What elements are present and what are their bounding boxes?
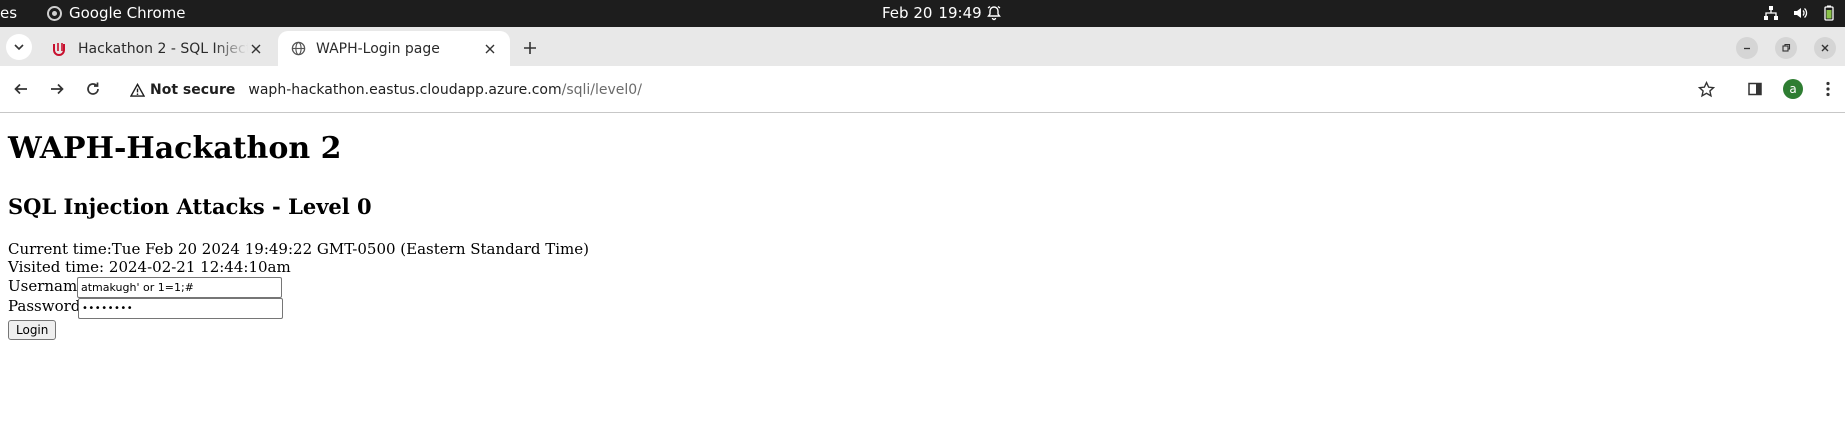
app-name: Google Chrome xyxy=(69,4,186,22)
visited-time-value: 2024-02-21 12:44:10am xyxy=(108,258,291,276)
clock-date: Feb 20 xyxy=(882,4,933,22)
browser-toolbar: Not secure waph-hackathon.eastus.cloudap… xyxy=(0,66,1845,113)
password-label: Password: xyxy=(8,297,86,315)
tab-title: WAPH-Login page xyxy=(316,40,440,57)
chrome-icon xyxy=(47,5,62,21)
battery-icon xyxy=(1821,5,1837,25)
plus-icon xyxy=(524,42,536,54)
url-path: /sqli/level0/ xyxy=(561,81,642,98)
reload-button[interactable] xyxy=(82,78,104,100)
network-icon xyxy=(1763,5,1779,25)
university-logo-icon xyxy=(52,41,68,57)
page-content: WAPH-Hackathon 2 SQL Injection Attacks -… xyxy=(0,114,1845,426)
minimize-button[interactable] xyxy=(1736,37,1758,59)
back-button[interactable] xyxy=(10,78,32,100)
new-tab-button[interactable] xyxy=(519,37,541,59)
clock-time: 19:49 xyxy=(938,4,982,22)
minimize-icon xyxy=(1744,47,1750,50)
visited-time-line: Visited time: 2024-02-21 12:44:10am xyxy=(8,259,291,276)
tab-title: Hackathon 2 - SQL Injection xyxy=(78,40,248,57)
username-input[interactable] xyxy=(77,277,282,298)
forward-button[interactable] xyxy=(46,78,68,100)
system-tray[interactable] xyxy=(1763,5,1837,25)
url-text[interactable]: waph-hackathon.eastus.cloudapp.azure.com… xyxy=(248,82,642,98)
profile-avatar[interactable]: a xyxy=(1783,79,1803,99)
login-button[interactable]: Login xyxy=(8,320,57,340)
warning-icon xyxy=(130,82,145,97)
app-menu[interactable]: Google Chrome xyxy=(47,4,186,22)
tab-search-button[interactable] xyxy=(6,34,32,60)
system-top-bar: es Google Chrome Feb 20 19:49 xyxy=(0,0,1845,27)
page-heading: WAPH-Hackathon 2 xyxy=(8,131,342,166)
maximize-button[interactable] xyxy=(1775,37,1797,59)
side-panel-button[interactable] xyxy=(1744,78,1766,100)
chevron-down-icon xyxy=(14,44,24,51)
security-indicator[interactable]: Not secure xyxy=(130,82,235,98)
tab-hackathon[interactable]: Hackathon 2 - SQL Injection xyxy=(40,31,276,66)
more-vertical-icon xyxy=(1826,81,1830,97)
security-label: Not secure xyxy=(150,81,236,98)
side-panel-icon xyxy=(1748,82,1762,96)
close-tab-icon[interactable] xyxy=(482,41,498,57)
address-bar[interactable]: Not secure waph-hackathon.eastus.cloudap… xyxy=(120,72,1730,107)
clock[interactable]: Feb 20 19:49 xyxy=(882,4,982,22)
arrow-left-icon xyxy=(14,83,27,95)
close-window-button[interactable] xyxy=(1814,37,1836,59)
restore-icon xyxy=(1782,43,1791,52)
star-icon xyxy=(1697,80,1715,97)
page-subheading: SQL Injection Attacks - Level 0 xyxy=(8,194,372,219)
reload-icon xyxy=(87,82,99,95)
bookmark-button[interactable] xyxy=(1695,78,1717,100)
alarm-icon xyxy=(986,5,1002,25)
current-time-value: Tue Feb 20 2024 19:49:22 GMT-0500 (Easte… xyxy=(111,240,589,258)
password-input[interactable] xyxy=(78,298,283,319)
tab-login-page[interactable]: WAPH-Login page xyxy=(278,31,510,66)
globe-icon xyxy=(290,41,306,57)
volume-icon xyxy=(1792,5,1808,25)
chrome-menu-button[interactable] xyxy=(1818,78,1838,100)
current-time-line: Current time:Tue Feb 20 2024 19:49:22 GM… xyxy=(8,241,589,258)
activities-button[interactable]: es xyxy=(0,4,17,22)
close-tab-icon[interactable] xyxy=(248,41,264,57)
tab-strip: Hackathon 2 - SQL Injection WAPH-Login p… xyxy=(0,27,1845,66)
url-host: waph-hackathon.eastus.cloudapp.azure.com xyxy=(248,81,562,98)
close-icon xyxy=(1821,44,1829,52)
arrow-right-icon xyxy=(51,83,64,95)
visited-time-label: Visited time: xyxy=(8,258,105,276)
current-time-label: Current time: xyxy=(8,240,112,258)
